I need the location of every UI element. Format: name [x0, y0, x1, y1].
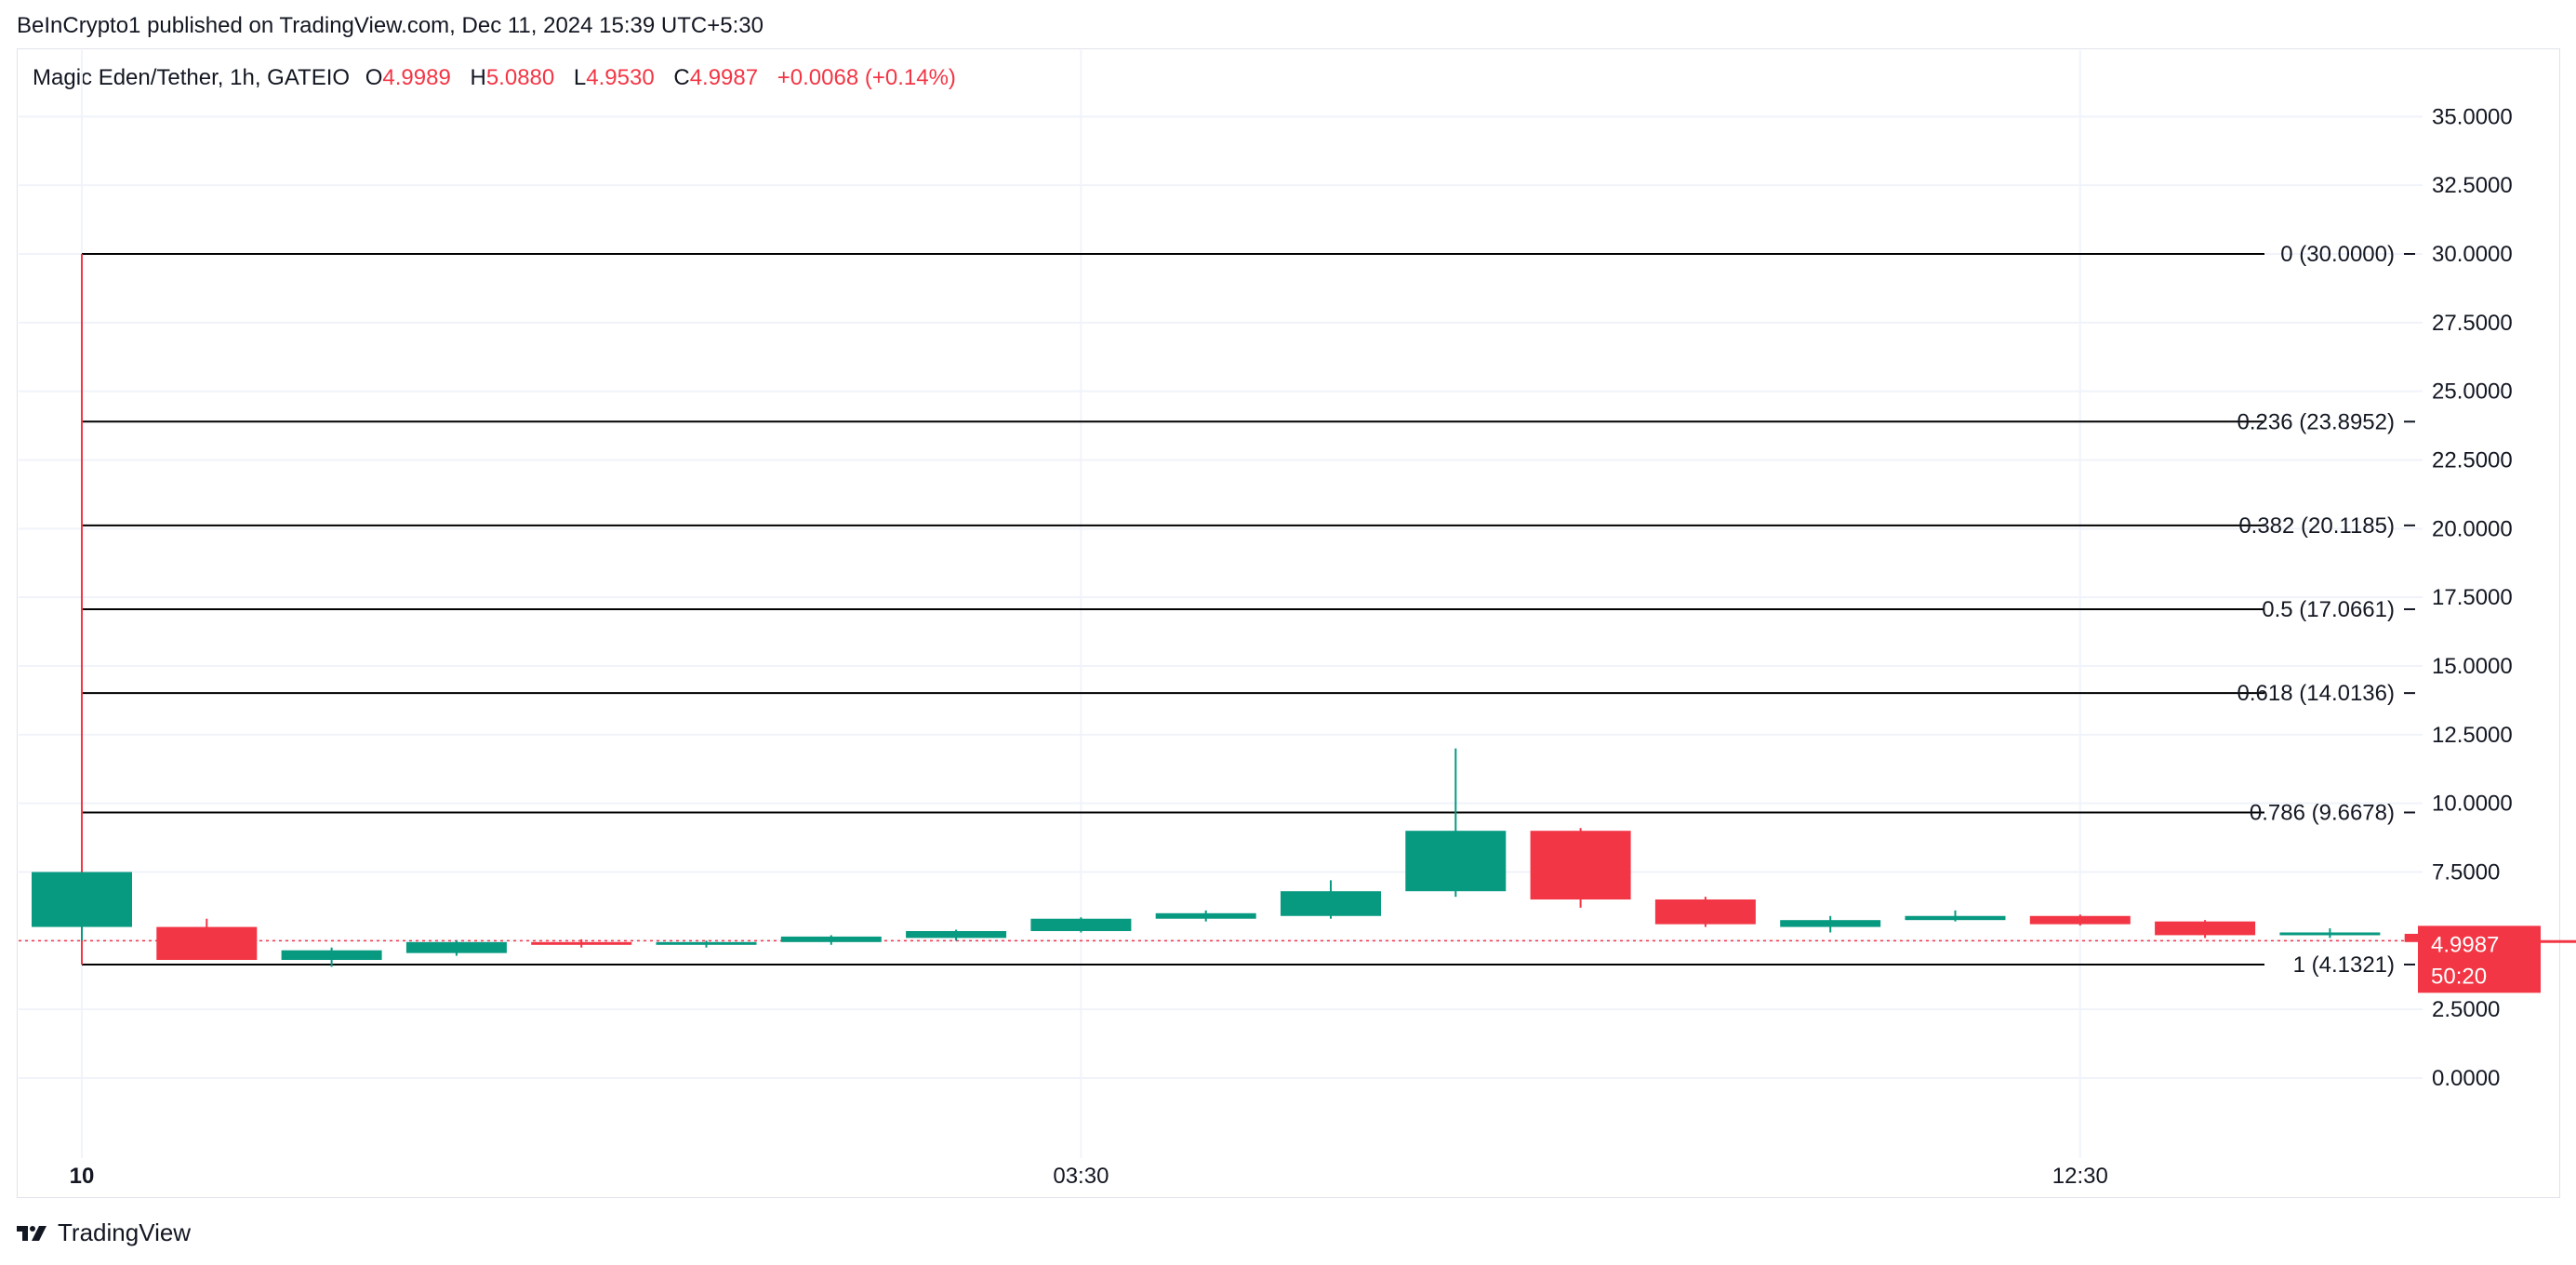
candle — [2029, 914, 2131, 926]
price-tick-label: 0.0000 — [2432, 1066, 2500, 1091]
candle — [1530, 828, 1631, 908]
brand-name: TradingView — [58, 1218, 192, 1246]
grid — [19, 50, 2423, 1158]
candle — [32, 872, 132, 941]
fib-level-label: 0.786 (9.6678) — [2250, 800, 2395, 825]
candle — [156, 918, 258, 961]
fib-level-label: 0.382 (20.1185) — [2238, 513, 2395, 539]
candle — [1654, 897, 1756, 927]
time-tick-label: 10 — [70, 1164, 95, 1189]
candle — [906, 929, 1007, 941]
candle — [2155, 920, 2256, 939]
candle-body — [780, 936, 882, 942]
candlestick-chart[interactable]: 0 (30.0000) 0.236 (23.8952) 0.382 (20.1185… — [0, 0, 2576, 1265]
candle-body — [1281, 891, 1381, 916]
candle-body — [2029, 915, 2131, 925]
price-tick-label: 10.0000 — [2432, 792, 2513, 817]
tradingview-brand[interactable]: TradingView — [17, 1218, 191, 1247]
candle-body — [1780, 920, 1881, 927]
candle-body — [531, 941, 632, 945]
candle — [656, 940, 757, 948]
candle-body — [1155, 912, 1256, 919]
candle — [1780, 915, 1881, 933]
price-tick-label: 15.0000 — [2432, 654, 2513, 679]
price-tick-label: 32.5000 — [2432, 173, 2513, 198]
candle-body — [1030, 918, 1132, 931]
fib-level-label: 0.5 (17.0661) — [2262, 597, 2395, 622]
candle — [1030, 917, 1132, 933]
fib-level-label: 0 (30.0000) — [2280, 242, 2395, 267]
candle-body — [32, 872, 132, 927]
price-tick-label: 27.5000 — [2432, 311, 2513, 336]
price-tag-countdown: 50:20 — [2431, 964, 2487, 989]
price-tick-label: 25.0000 — [2432, 380, 2513, 405]
candle-body — [281, 950, 382, 961]
candle — [1405, 748, 1507, 898]
price-tick-label: 30.0000 — [2432, 242, 2513, 267]
price-tick-label: 12.5000 — [2432, 723, 2513, 748]
candle — [1281, 880, 1381, 919]
time-axis: 10 03:30 12:30 — [70, 1164, 2108, 1189]
fib-level-label: 1 (4.1321) — [2293, 952, 2395, 978]
candles — [32, 748, 2576, 967]
tradingview-logo-icon — [17, 1225, 46, 1241]
time-tick-label: 12:30 — [2052, 1164, 2108, 1189]
candle — [2279, 928, 2381, 939]
price-tick-label: 17.5000 — [2432, 585, 2513, 610]
fib-level-label: 0.236 (23.8952) — [2237, 409, 2395, 434]
candle-body — [156, 926, 258, 961]
candle — [1905, 910, 2006, 922]
price-tag-price: 4.9987 — [2431, 932, 2499, 957]
candle-body — [2279, 932, 2381, 936]
candle-body — [2155, 921, 2256, 936]
price-tick-label: 20.0000 — [2432, 516, 2513, 541]
price-tick-label: 35.0000 — [2432, 104, 2513, 129]
candle — [1155, 910, 1256, 922]
last-price-tag: 4.9987 50:20 — [2418, 925, 2541, 993]
candle-body — [1905, 915, 2006, 921]
candle — [780, 935, 882, 945]
fib-level-label: 0.618 (14.0136) — [2237, 681, 2395, 706]
price-tick-label: 22.5000 — [2432, 448, 2513, 473]
candle-body — [656, 941, 757, 945]
candle-body — [405, 941, 507, 953]
candle-body — [1405, 831, 1507, 892]
candle — [405, 940, 507, 956]
candle-body — [906, 930, 1007, 939]
price-tick-label: 2.5000 — [2432, 997, 2500, 1022]
candle-body — [1530, 831, 1631, 900]
fib-retracement: 0 (30.0000) 0.236 (23.8952) 0.382 (20.1185… — [19, 242, 2423, 978]
time-tick-label: 03:30 — [1053, 1164, 1109, 1189]
price-tick-label: 7.5000 — [2432, 860, 2500, 886]
candle-body — [1654, 899, 1756, 925]
